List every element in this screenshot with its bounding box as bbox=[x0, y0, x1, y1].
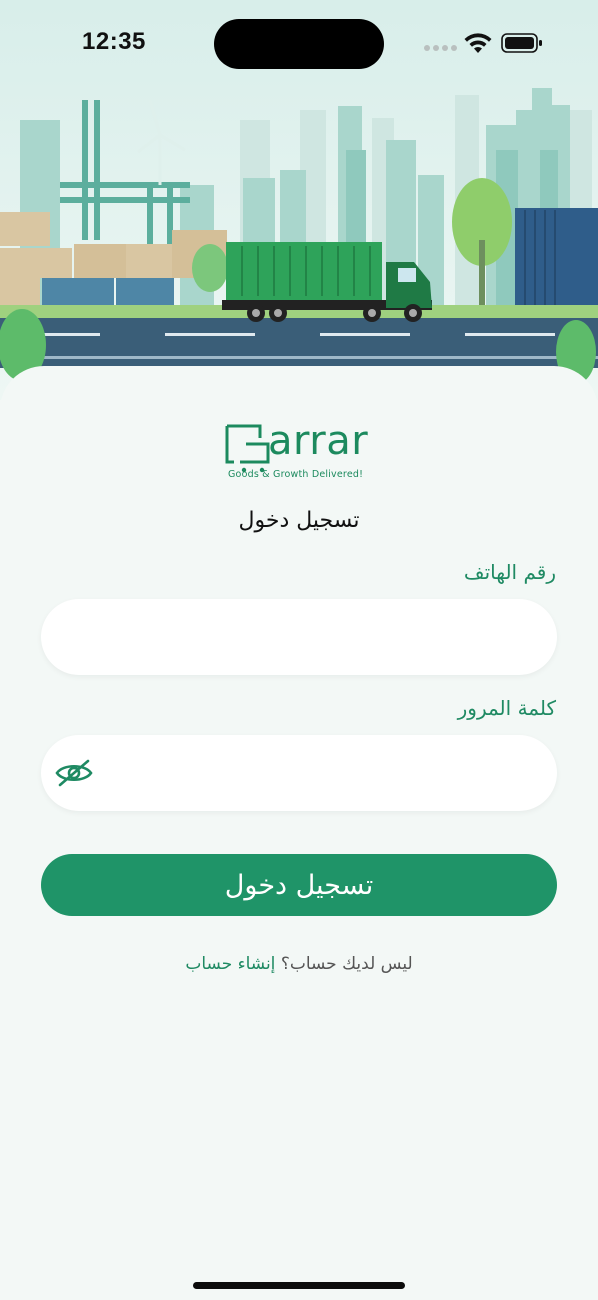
brand-tagline: Goods & Growth Delivered! bbox=[228, 469, 364, 480]
dynamic-island bbox=[214, 19, 384, 69]
battery-icon bbox=[501, 33, 542, 53]
wifi-icon bbox=[464, 33, 492, 53]
page-title: تسجيل دخول bbox=[238, 508, 360, 533]
signup-prompt: ليس لديك حساب؟ إنشاء حساب bbox=[0, 954, 598, 974]
login-screen: 12:35 arrar Goods & Growth Delivered! تس… bbox=[0, 0, 598, 1300]
cellular-icon bbox=[424, 45, 457, 51]
brand-wordmark: arrar bbox=[268, 418, 369, 464]
status-bar: 12:35 bbox=[0, 0, 598, 88]
no-account-text: ليس لديك حساب؟ bbox=[280, 954, 413, 974]
phone-input[interactable] bbox=[41, 599, 557, 675]
login-sheet: arrar Goods & Growth Delivered! تسجيل دخ… bbox=[0, 366, 598, 1300]
phone-label: رقم الهاتف bbox=[463, 560, 556, 584]
home-indicator bbox=[193, 1282, 405, 1289]
brand-logo: arrar Goods & Growth Delivered! bbox=[224, 418, 374, 490]
status-time: 12:35 bbox=[82, 28, 146, 55]
password-visibility-toggle[interactable] bbox=[54, 756, 94, 790]
password-input[interactable] bbox=[41, 735, 557, 811]
logo-mark-icon bbox=[225, 424, 270, 473]
signup-link[interactable]: إنشاء حساب bbox=[185, 954, 275, 974]
password-label: كلمة المرور bbox=[457, 696, 556, 720]
login-button[interactable]: تسجيل دخول bbox=[41, 854, 557, 916]
eye-slash-icon bbox=[55, 759, 93, 787]
